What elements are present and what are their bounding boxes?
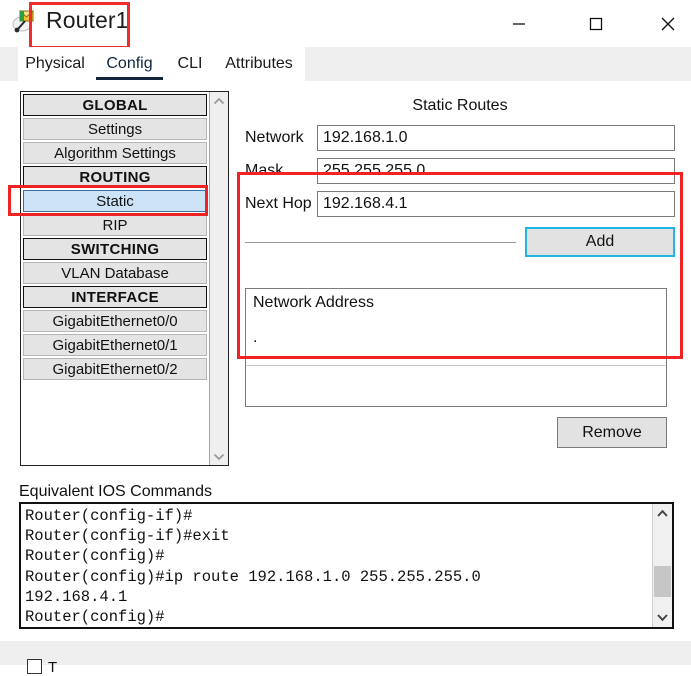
ios-commands-text[interactable]: Router(config-if)# Router(config-if)#exi… xyxy=(21,504,652,627)
sidebar-item-static[interactable]: Static xyxy=(23,190,208,212)
sidebar-scrollbar[interactable] xyxy=(209,92,228,465)
sidebar-header-switching: SWITCHING xyxy=(23,238,208,260)
router-packet-icon xyxy=(11,8,39,36)
sidebar-header-global: GLOBAL xyxy=(23,94,208,116)
ios-commands-scrollbar[interactable] xyxy=(652,504,672,627)
config-content-area: GLOBAL Settings Algorithm Settings ROUTI… xyxy=(0,81,691,676)
title-bar: Router1 xyxy=(0,0,691,49)
static-routes-panel: Static Routes Network Mask Next Hop Add xyxy=(245,97,675,257)
network-field-row: Network xyxy=(245,125,675,151)
network-address-list[interactable]: Network Address . xyxy=(245,288,667,407)
mask-label: Mask xyxy=(245,162,284,179)
next-hop-label: Next Hop xyxy=(245,195,312,212)
footer-strip: T xyxy=(0,641,691,676)
chevron-down-icon[interactable] xyxy=(210,447,228,465)
add-button[interactable]: Add xyxy=(525,227,675,257)
tab-config[interactable]: Config xyxy=(95,47,164,81)
equivalent-ios-commands-label: Equivalent IOS Commands xyxy=(19,483,212,500)
sidebar-item-rip[interactable]: RIP xyxy=(23,214,208,236)
static-routes-title: Static Routes xyxy=(412,97,508,114)
sidebar-item-settings[interactable]: Settings xyxy=(23,118,208,140)
mask-input[interactable] xyxy=(317,158,675,184)
remove-button[interactable]: Remove xyxy=(557,417,667,448)
network-address-list-body: Network Address . xyxy=(246,289,666,366)
footer-left-edge xyxy=(0,641,18,665)
left-rail xyxy=(0,162,18,641)
sidebar-header-routing: ROUTING xyxy=(23,166,208,188)
sidebar-item-algorithm-settings[interactable]: Algorithm Settings xyxy=(23,142,208,164)
network-label: Network xyxy=(245,129,304,146)
maximize-icon[interactable] xyxy=(573,0,619,47)
add-button-row: Add xyxy=(245,227,675,257)
minimize-icon[interactable] xyxy=(496,0,542,47)
close-icon[interactable] xyxy=(645,0,691,47)
sidebar-item-gigabitethernet0-2[interactable]: GigabitEthernet0/2 xyxy=(23,358,208,380)
list-item[interactable]: . xyxy=(253,329,659,347)
next-hop-input[interactable] xyxy=(317,191,675,217)
sidebar-header-interface: INTERFACE xyxy=(23,286,208,308)
chevron-up-icon[interactable] xyxy=(210,92,228,110)
page-title: Router1 xyxy=(46,7,129,33)
config-sidebar: GLOBAL Settings Algorithm Settings ROUTI… xyxy=(20,91,229,466)
sidebar-item-vlan-database[interactable]: VLAN Database xyxy=(23,262,208,284)
config-sidebar-list: GLOBAL Settings Algorithm Settings ROUTI… xyxy=(21,92,209,465)
divider xyxy=(245,241,516,243)
column-header-network-address: Network Address xyxy=(253,294,374,311)
tab-cli[interactable]: CLI xyxy=(169,47,211,81)
sidebar-item-gigabitethernet0-0[interactable]: GigabitEthernet0/0 xyxy=(23,310,208,332)
network-input[interactable] xyxy=(317,125,675,151)
footer-checkbox[interactable] xyxy=(27,659,42,674)
footer-checkbox-label: T xyxy=(48,659,58,676)
mask-field-row: Mask xyxy=(245,158,675,184)
scrollbar-thumb[interactable] xyxy=(654,566,671,597)
tab-bar: Physical Config CLI Attributes xyxy=(0,47,691,81)
tab-physical[interactable]: Physical xyxy=(19,47,91,81)
chevron-down-icon[interactable] xyxy=(653,607,672,627)
chevron-up-icon[interactable] xyxy=(653,504,672,524)
tab-attributes[interactable]: Attributes xyxy=(215,47,303,81)
sidebar-item-gigabitethernet0-1[interactable]: GigabitEthernet0/1 xyxy=(23,334,208,356)
next-hop-field-row: Next Hop xyxy=(245,191,675,217)
equivalent-ios-commands-box: Router(config-if)# Router(config-if)#exi… xyxy=(19,502,674,629)
